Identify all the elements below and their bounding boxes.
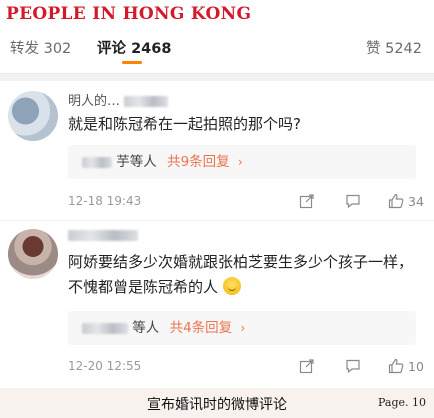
- tab-like[interactable]: 赞 5242: [366, 37, 422, 58]
- comment-text-content: 阿娇要结多少次婚就跟张柏芝要生多少个孩子一样，不愧都曾是陈冠希的人: [68, 253, 414, 296]
- comment-time: 12-18 19:43: [68, 194, 142, 208]
- like-count: 34: [408, 194, 424, 209]
- tab-comment-count: 2468: [131, 41, 172, 57]
- username-text: 明人的…: [68, 94, 121, 109]
- chevron-right-icon: ›: [240, 321, 246, 335]
- tab-comment-label: 评论: [97, 41, 126, 57]
- page-number: Page. 10: [377, 396, 426, 409]
- replies-who: 等人: [132, 320, 160, 336]
- replier-redaction: [82, 156, 112, 168]
- like-count: 10: [408, 359, 424, 374]
- comment-text: 阿娇要结多少次婚就跟张柏芝要生多少个孩子一样，不愧都曾是陈冠希的人: [68, 250, 413, 300]
- replies-preview[interactable]: 等人 共4条回复 ›: [68, 311, 416, 345]
- reply-icon[interactable]: [345, 193, 361, 209]
- replies-count[interactable]: 共9条回复: [167, 154, 230, 170]
- comment-username[interactable]: [68, 228, 138, 243]
- replies-count[interactable]: 共4条回复: [170, 320, 233, 336]
- thumbs-up-icon[interactable]: [388, 358, 404, 374]
- comment-item: 阿娇要结多少次婚就跟张柏芝要生多少个孩子一样，不愧都曾是陈冠希的人 等人 共4条…: [0, 221, 434, 386]
- tab-like-count: 5242: [385, 41, 423, 57]
- username-redaction: [68, 230, 138, 241]
- section-gap: [0, 74, 434, 81]
- footer-caption: 宣布婚讯时的微博评论: [147, 397, 287, 413]
- tab-like-label: 赞: [366, 41, 381, 57]
- avatar[interactable]: [8, 229, 58, 279]
- tab-repost[interactable]: 转发 302: [10, 37, 71, 58]
- tab-comment[interactable]: 评论 2468: [97, 37, 171, 58]
- replies-who: 芋等人: [116, 154, 157, 170]
- banner-title: PEOPLE IN HONG KONG: [6, 4, 252, 24]
- comment-time: 12-20 12:55: [68, 359, 142, 373]
- thumbs-up-icon[interactable]: [388, 193, 404, 209]
- username-redaction: [124, 96, 169, 107]
- chevron-right-icon: ›: [237, 155, 243, 169]
- comment-meta: 12-20 12:55 10: [68, 356, 428, 378]
- comment-tabs: 转发 302 评论 2468 赞 5242: [0, 35, 434, 65]
- comment-item: 明人的… 就是和陈冠希在一起拍照的那个吗? 芋等人 共9条回复 › 12-18 …: [0, 81, 434, 221]
- avatar[interactable]: [8, 91, 58, 141]
- replies-preview[interactable]: 芋等人 共9条回复 ›: [68, 145, 416, 179]
- comment-text: 就是和陈冠希在一起拍照的那个吗?: [68, 115, 301, 133]
- tab-repost-label: 转发: [10, 41, 39, 57]
- emoji-smile-icon: [222, 277, 241, 295]
- share-icon[interactable]: [299, 193, 315, 209]
- page-footer: 宣布婚讯时的微博评论 Page. 10: [0, 388, 434, 418]
- active-tab-indicator: [122, 61, 142, 64]
- reply-icon[interactable]: [345, 358, 361, 374]
- tab-repost-count: 302: [43, 41, 72, 57]
- replier-redaction: [82, 322, 128, 334]
- comment-meta: 12-18 19:43 34: [68, 191, 428, 213]
- share-icon[interactable]: [299, 358, 315, 374]
- comment-username[interactable]: 明人的…: [68, 90, 169, 109]
